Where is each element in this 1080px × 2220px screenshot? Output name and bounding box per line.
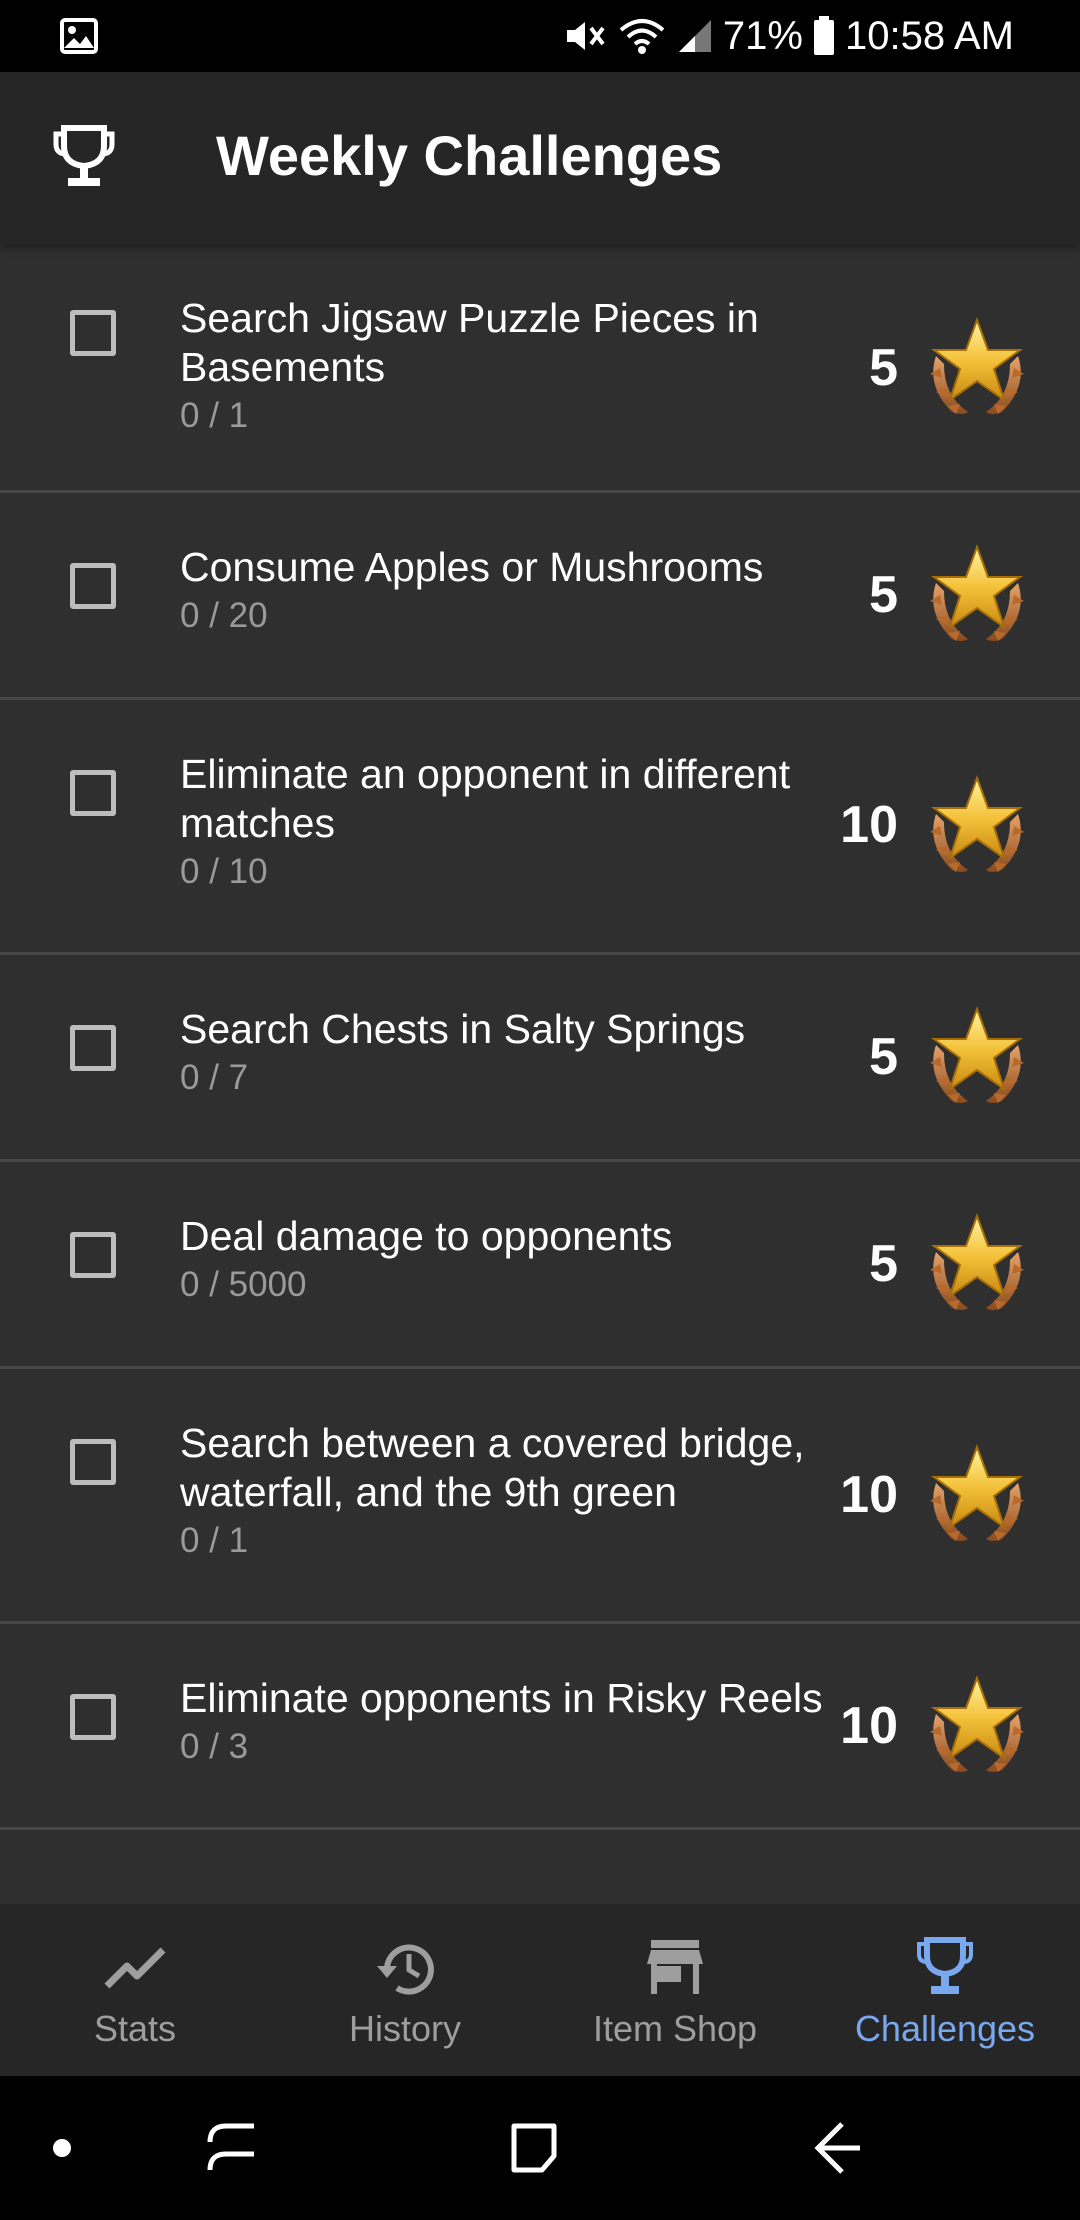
challenge-row[interactable]: Search Jigsaw Puzzle Pieces in Basements… bbox=[0, 244, 1080, 493]
nav-item-history[interactable]: History bbox=[270, 1904, 540, 2076]
star-medal-icon bbox=[922, 1212, 1032, 1316]
nav-label: Item Shop bbox=[592, 2008, 758, 2049]
signal-icon bbox=[677, 18, 713, 54]
bottom-navigation: Stats History Item Shop Challenges bbox=[0, 1904, 1080, 2076]
system-navigation-bar bbox=[0, 2076, 1080, 2220]
trophy-icon bbox=[917, 1937, 973, 1994]
challenge-progress: 0 / 20 bbox=[180, 596, 268, 635]
challenge-text: Consume Apples or Mushrooms 0 / 20 bbox=[180, 543, 840, 640]
challenge-progress: 0 / 10 bbox=[180, 852, 268, 891]
challenge-reward: 10 bbox=[840, 796, 898, 854]
challenge-progress: 0 / 3 bbox=[180, 1727, 249, 1766]
battery-percentage: 71% bbox=[722, 13, 803, 58]
star-medal-icon bbox=[922, 774, 1032, 878]
challenge-text: Search Jigsaw Puzzle Pieces in Basements… bbox=[180, 294, 840, 440]
gallery-notification-icon bbox=[60, 18, 98, 54]
challenge-text: Search between a covered bridge, waterfa… bbox=[180, 1419, 840, 1565]
challenge-checkbox[interactable] bbox=[70, 1025, 116, 1071]
challenge-text: Deal damage to opponents 0 / 5000 bbox=[180, 1212, 840, 1309]
challenge-row[interactable]: Eliminate an opponent in different match… bbox=[0, 700, 1080, 955]
challenge-row[interactable]: Deal damage to opponents 0 / 5000 5 bbox=[0, 1162, 1080, 1369]
nav-item-challenges[interactable]: Challenges bbox=[810, 1904, 1080, 2076]
challenge-title: Search between a covered bridge, waterfa… bbox=[180, 1420, 805, 1515]
nav-label: History bbox=[348, 2008, 461, 2049]
challenge-reward: 5 bbox=[869, 566, 898, 624]
challenge-reward: 5 bbox=[869, 339, 898, 397]
challenge-checkbox[interactable] bbox=[70, 1232, 116, 1278]
home-icon[interactable] bbox=[508, 2120, 560, 2176]
status-bar: 71% 10:58 AM bbox=[0, 0, 1080, 72]
nav-item-stats[interactable]: Stats bbox=[0, 1904, 270, 2076]
store-icon bbox=[647, 1940, 703, 1994]
challenge-text: Eliminate an opponent in different match… bbox=[180, 750, 840, 896]
star-medal-icon bbox=[922, 543, 1032, 647]
app-bar: Weekly Challenges bbox=[0, 72, 1080, 244]
challenge-row[interactable]: Search between a covered bridge, waterfa… bbox=[0, 1369, 1080, 1624]
dot-indicator-icon bbox=[53, 2139, 71, 2157]
challenge-progress: 0 / 1 bbox=[180, 396, 249, 435]
challenge-checkbox[interactable] bbox=[70, 563, 116, 609]
challenge-reward: 5 bbox=[869, 1235, 898, 1293]
battery-icon bbox=[813, 16, 835, 56]
status-indicators: 71% 10:58 AM bbox=[563, 0, 1014, 72]
challenge-title: Search Chests in Salty Springs bbox=[180, 1006, 746, 1052]
challenge-checkbox[interactable] bbox=[70, 1694, 116, 1740]
challenge-text: Eliminate opponents in Risky Reels 0 / 3 bbox=[180, 1674, 840, 1771]
back-icon[interactable] bbox=[812, 2120, 864, 2176]
challenge-row[interactable]: Consume Apples or Mushrooms 0 / 20 5 bbox=[0, 493, 1080, 700]
challenge-title: Deal damage to opponents bbox=[180, 1213, 673, 1259]
challenge-checkbox[interactable] bbox=[70, 1439, 116, 1485]
star-medal-icon bbox=[922, 316, 1032, 420]
clock: 10:58 AM bbox=[844, 13, 1014, 58]
nav-label: Challenges bbox=[854, 2008, 1036, 2049]
challenge-progress: 0 / 1 bbox=[180, 1521, 249, 1560]
wifi-icon bbox=[617, 16, 667, 56]
challenge-reward: 5 bbox=[869, 1028, 898, 1086]
challenge-row[interactable]: Eliminate opponents in Risky Reels 0 / 3… bbox=[0, 1624, 1080, 1830]
challenge-title: Search Jigsaw Puzzle Pieces in Basements bbox=[180, 295, 759, 390]
challenge-row[interactable]: Search Chests in Salty Springs 0 / 7 5 bbox=[0, 955, 1080, 1162]
challenge-checkbox[interactable] bbox=[70, 310, 116, 356]
star-medal-icon bbox=[922, 1443, 1032, 1547]
star-medal-icon bbox=[922, 1005, 1032, 1109]
challenge-reward: 10 bbox=[840, 1466, 898, 1524]
nav-item-item-shop[interactable]: Item Shop bbox=[540, 1904, 810, 2076]
nav-label: Stats bbox=[93, 2008, 177, 2049]
challenge-progress: 0 / 5000 bbox=[180, 1265, 307, 1304]
page-title: Weekly Challenges bbox=[216, 124, 723, 187]
trending-up-icon bbox=[104, 1947, 166, 1989]
challenge-progress: 0 / 7 bbox=[180, 1058, 249, 1097]
mute-icon bbox=[563, 16, 607, 56]
challenge-reward: 10 bbox=[840, 1697, 898, 1755]
challenge-checkbox[interactable] bbox=[70, 770, 116, 816]
challenge-title: Consume Apples or Mushrooms bbox=[180, 544, 764, 590]
star-medal-icon bbox=[922, 1674, 1032, 1778]
challenge-title: Eliminate opponents in Risky Reels bbox=[180, 1675, 823, 1721]
history-icon bbox=[377, 1944, 434, 1995]
challenge-title: Eliminate an opponent in different match… bbox=[180, 751, 791, 846]
recent-apps-icon[interactable] bbox=[206, 2120, 258, 2176]
challenge-text: Search Chests in Salty Springs 0 / 7 bbox=[180, 1005, 840, 1102]
trophy-icon bbox=[52, 124, 116, 195]
app-screen: 71% 10:58 AM Weekly Challenges Search Ji… bbox=[0, 0, 1080, 2220]
